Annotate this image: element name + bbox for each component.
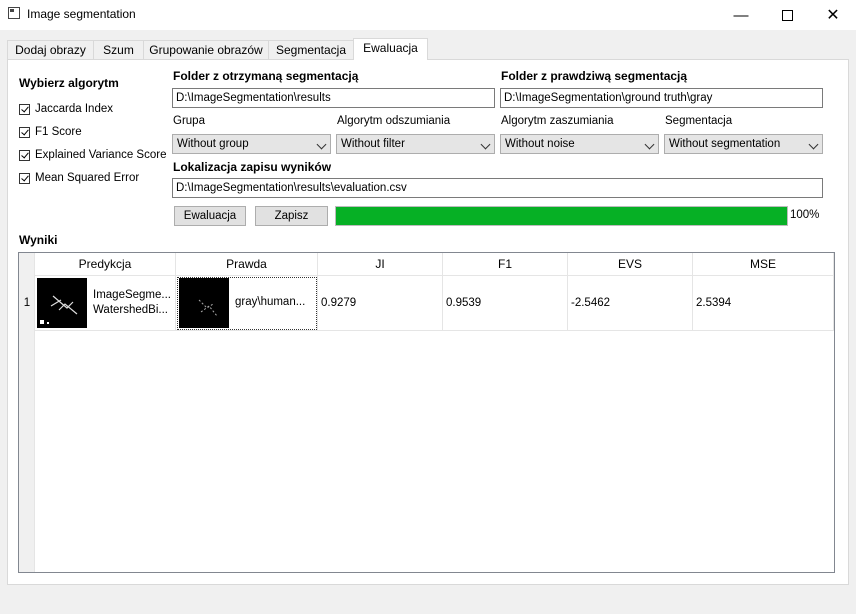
evaluate-button[interactable]: Ewaluacja [174,206,246,226]
chevron-down-icon [644,139,655,150]
evs-cell[interactable]: -2.5462 [568,276,693,331]
checkbox-label: F1 Score [35,126,82,138]
maximize-icon [781,9,793,21]
denoise-select-value: Without filter [341,138,405,150]
tab-segmentacja[interactable]: Segmentacja [268,40,354,59]
checkbox-checked-icon [19,103,30,115]
mse-cell[interactable]: 2.5394 [693,276,834,331]
received-folder-input[interactable]: D:\ImageSegmentation\results [172,88,495,108]
checkbox-checked-icon [19,172,30,184]
denoise-label: Algorytm odszumiania [337,115,451,127]
denoise-select[interactable]: Without filter [336,134,495,154]
prediction-name-line2: WatershedBi... [93,304,168,316]
algorithm-heading: Wybierz algorytm [19,76,119,90]
noise-select-value: Without noise [505,138,575,150]
chevron-down-icon [316,139,327,150]
row-index[interactable]: 1 [19,276,35,331]
prediction-thumbnail [37,278,87,328]
maximize-button[interactable] [764,0,810,30]
output-location-input[interactable]: D:\ImageSegmentation\results\evaluation.… [172,178,823,198]
window-title: Image segmentation [27,7,136,21]
segmentation-label: Segmentacja [665,115,733,127]
group-select-value: Without group [177,138,249,150]
truth-name: gray\human... [235,296,306,308]
column-header-f1[interactable]: F1 [443,253,568,276]
segmentation-select[interactable]: Without segmentation [664,134,823,154]
progress-label: 100% [790,209,820,221]
prediction-name-line1: ImageSegme... [93,289,171,301]
output-location-label: Lokalizacja zapisu wyników [173,160,332,174]
checkbox-label: Mean Squared Error [35,172,140,184]
checkbox-label: Jaccarda Index [35,103,113,115]
truth-folder-label: Folder z prawdziwą segmentacją [501,69,688,83]
column-header-mse[interactable]: MSE [693,253,834,276]
checkbox-checked-icon [19,149,30,161]
save-button[interactable]: Zapisz [255,206,328,226]
chevron-down-icon [480,139,491,150]
tab-szum[interactable]: Szum [93,40,144,59]
checkbox-f1-score[interactable]: F1 Score [19,126,82,138]
prediction-cell[interactable]: ImageSegme... WatershedBi... [35,276,176,331]
noise-select[interactable]: Without noise [500,134,659,154]
checkbox-explained-variance[interactable]: Explained Variance Score [19,149,166,161]
truth-cell[interactable]: gray\human... [176,276,318,331]
column-header-truth[interactable]: Prawda [176,253,318,276]
checkbox-checked-icon [19,126,30,138]
tab-ewaluacja[interactable]: Ewaluacja [353,38,428,60]
column-header-ji[interactable]: JI [318,253,443,276]
checkbox-label: Explained Variance Score [35,149,167,161]
app-icon [8,7,20,19]
truth-thumbnail [179,278,229,328]
segmentation-select-value: Without segmentation [669,138,781,150]
title-bar: Image segmentation — ✕ [0,0,856,30]
checkbox-mse[interactable]: Mean Squared Error [19,172,139,184]
progress-fill [336,207,787,225]
results-heading: Wyniki [19,233,58,247]
checkbox-jaccard[interactable]: Jaccarda Index [19,103,113,115]
group-label: Grupa [173,115,205,127]
column-header-evs[interactable]: EVS [568,253,693,276]
ji-cell[interactable]: 0.9279 [318,276,443,331]
truth-folder-input[interactable]: D:\ImageSegmentation\ground truth\gray [500,88,823,108]
received-folder-label: Folder z otrzymaną segmentacją [173,69,359,83]
chevron-down-icon [808,139,819,150]
f1-cell[interactable]: 0.9539 [443,276,568,331]
results-table[interactable]: Predykcja Prawda JI F1 EVS MSE 1 ImageSe… [18,252,835,573]
group-select[interactable]: Without group [172,134,331,154]
noise-label: Algorytm zaszumiania [501,115,614,127]
column-header-prediction[interactable]: Predykcja [35,253,176,276]
minimize-button[interactable]: — [718,0,764,30]
progress-bar [335,206,788,226]
close-button[interactable]: ✕ [810,0,856,30]
tab-dodaj-obrazy[interactable]: Dodaj obrazy [7,40,94,59]
tab-grupowanie-obrazow[interactable]: Grupowanie obrazów [143,40,269,59]
